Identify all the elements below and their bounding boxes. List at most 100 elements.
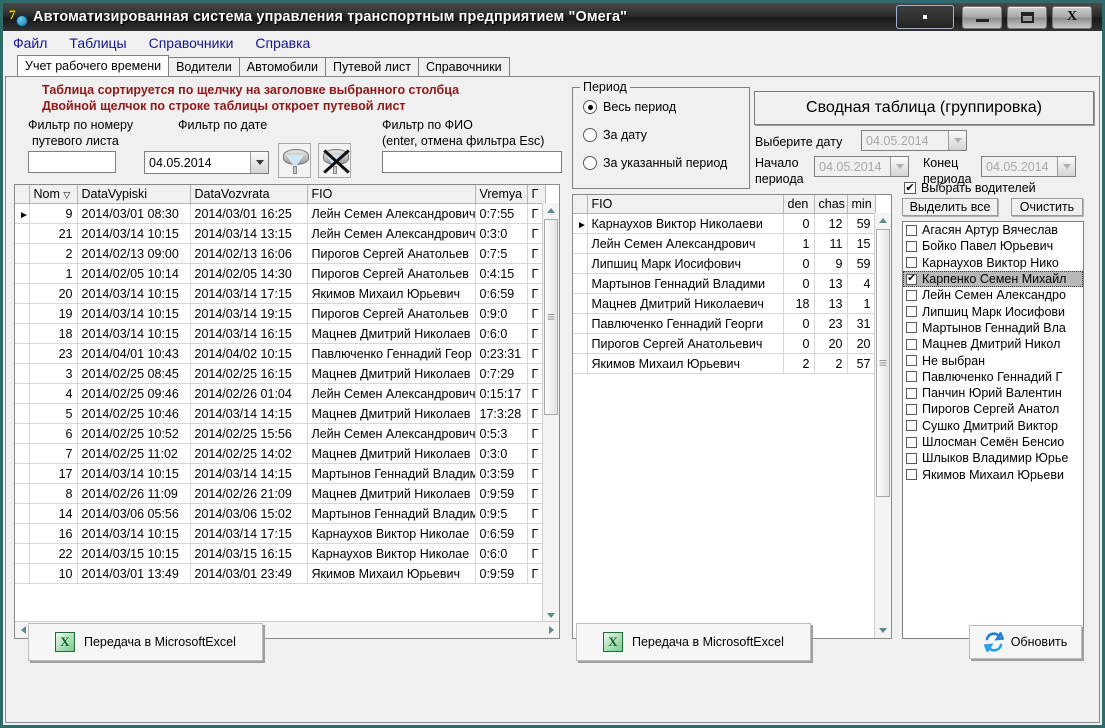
export-excel-right-button[interactable]: X Передача в MicrosoftExcel bbox=[576, 623, 811, 661]
tab-cars[interactable]: Автомобили bbox=[238, 57, 326, 76]
select-all-drivers-button[interactable]: Выделить все bbox=[902, 198, 998, 216]
clear-filter-button[interactable] bbox=[318, 143, 351, 178]
list-item[interactable]: Карпенко Семен Михайл bbox=[903, 270, 1083, 288]
list-item[interactable]: Бойко Павел Юрьевич bbox=[903, 238, 1083, 254]
summary-row[interactable]: Якимов Михаил Юрьевич 2 2 57 bbox=[573, 353, 876, 374]
col-header-g[interactable]: Г bbox=[527, 185, 546, 204]
table-row[interactable]: 14 2014/03/06 05:56 2014/03/06 15:02 Мартын… bbox=[15, 503, 546, 524]
filter-number-input[interactable] bbox=[28, 151, 116, 173]
summary-row[interactable]: Павлюченко Геннадий Георги 0 23 31 bbox=[573, 313, 876, 334]
menu-item-file[interactable]: Файл bbox=[13, 35, 47, 51]
table-row[interactable]: 10 2014/03/01 13:49 2014/03/01 23:49 Якимов… bbox=[15, 563, 546, 584]
table-row[interactable]: 23 2014/04/01 10:43 2014/04/02 10:15 Павлюч… bbox=[15, 343, 546, 364]
radio-by-date[interactable]: За дату bbox=[583, 128, 647, 142]
summary-vscrollbar[interactable]: ☰ bbox=[874, 213, 891, 638]
list-item[interactable]: Липшиц Марк Иосифови bbox=[903, 303, 1083, 319]
list-item[interactable]: Шлыков Владимир Юрье bbox=[903, 450, 1083, 466]
tab-waybill[interactable]: Путевой лист bbox=[325, 57, 419, 76]
list-item[interactable]: Пирогов Сергей Анатол bbox=[903, 401, 1083, 417]
menu-item-help[interactable]: Справка bbox=[255, 35, 310, 51]
drivers-checklist[interactable]: Агасян Артур Вячеслав Бойко Павел Юрьевич… bbox=[902, 221, 1084, 639]
summary-row[interactable]: Пирогов Сергей Анатольевич 0 20 20 bbox=[573, 333, 876, 354]
refresh-button[interactable]: Обновить bbox=[969, 625, 1082, 659]
list-item[interactable]: Карнаухов Виктор Нико bbox=[903, 255, 1083, 271]
chevron-down-icon[interactable] bbox=[948, 131, 966, 150]
summary-row[interactable]: ► Карнаухов Виктор Николаеви 0 12 59 bbox=[573, 213, 876, 234]
table-row[interactable]: 6 2014/02/25 10:52 2014/02/25 15:56 Лейн Се… bbox=[15, 423, 546, 444]
list-item[interactable]: Не выбран bbox=[903, 352, 1083, 368]
end-period-combo[interactable]: 04.05.2014 bbox=[981, 156, 1076, 177]
summary-vscroll-thumb[interactable]: ☰ bbox=[876, 229, 890, 497]
row-indicator bbox=[15, 563, 30, 584]
scroll-up-icon[interactable] bbox=[543, 203, 559, 218]
list-item[interactable]: Сушко Дмитрий Виктор bbox=[903, 418, 1083, 434]
table-row[interactable]: 18 2014/03/14 10:15 2014/03/14 16:15 Мацнев… bbox=[15, 323, 546, 344]
table-row[interactable]: 21 2014/03/14 10:15 2014/03/14 13:15 Лейн С… bbox=[15, 223, 546, 244]
tab-drivers[interactable]: Водители bbox=[168, 57, 240, 76]
list-item[interactable]: Агасян Артур Вячеслав bbox=[903, 222, 1083, 238]
tab-worktime[interactable]: Учет рабочего времени bbox=[17, 55, 170, 76]
list-item[interactable]: Шлосман Семён Бенсио bbox=[903, 434, 1083, 450]
titlebar-extra-button[interactable] bbox=[896, 5, 954, 29]
list-item[interactable]: Якимов Михаил Юрьеви bbox=[903, 466, 1083, 482]
scroll-down-icon[interactable] bbox=[875, 623, 891, 638]
scroll-up-icon[interactable] bbox=[875, 213, 891, 228]
list-item[interactable]: Мацнев Дмитрий Никол bbox=[903, 336, 1083, 352]
summary-row[interactable]: Мартынов Геннадий Владими 0 13 4 bbox=[573, 273, 876, 294]
list-item[interactable]: Павлюченко Геннадий Г bbox=[903, 369, 1083, 385]
summary-grid[interactable]: FIO den chas min ► Карнаухов Виктор Никол… bbox=[572, 194, 892, 639]
table-row[interactable]: 7 2014/02/25 11:02 2014/02/25 14:02 Мацнев … bbox=[15, 443, 546, 464]
table-row[interactable]: ► 9 2014/03/01 08:30 2014/03/01 16:25 Лейн С… bbox=[15, 203, 546, 224]
summary-col-fio[interactable]: FIO bbox=[587, 195, 784, 214]
menu-item-tables[interactable]: Таблицы bbox=[69, 35, 126, 51]
col-header-fio[interactable]: FIO bbox=[307, 185, 476, 204]
col-header-vremya[interactable]: Vremya bbox=[475, 185, 528, 204]
start-period-combo[interactable]: 04.05.2014 bbox=[814, 156, 909, 177]
col-header-datavypiski[interactable]: DataVypiski bbox=[77, 185, 191, 204]
minimize-button[interactable] bbox=[962, 5, 1002, 29]
maximize-button[interactable] bbox=[1007, 5, 1047, 29]
tab-directories[interactable]: Справочники bbox=[417, 57, 510, 76]
radio-specified-period[interactable]: За указанный период bbox=[583, 156, 727, 170]
table-row[interactable]: 17 2014/03/14 10:15 2014/03/14 14:15 Мартын… bbox=[15, 463, 546, 484]
summary-row[interactable]: Лейн Семен Александрович 1 11 15 bbox=[573, 233, 876, 254]
summary-row[interactable]: Липшиц Марк Иосифович 0 9 59 bbox=[573, 253, 876, 274]
grid-vscroll-thumb[interactable]: ☰ bbox=[544, 219, 558, 415]
radio-all-period[interactable]: Весь период bbox=[583, 100, 676, 114]
chevron-down-icon[interactable] bbox=[1057, 157, 1075, 176]
filter-date-combo[interactable]: 04.05.2014 bbox=[144, 151, 269, 174]
filter-fio-input[interactable] bbox=[382, 151, 562, 173]
list-item[interactable]: Лейн Семен Александро bbox=[903, 287, 1083, 303]
table-row[interactable]: 16 2014/03/14 10:15 2014/03/14 17:15 Карнау… bbox=[15, 523, 546, 544]
table-row[interactable]: 2 2014/02/13 09:00 2014/02/13 16:06 Пирогов… bbox=[15, 243, 546, 264]
list-item[interactable]: Панчин Юрий Валентин bbox=[903, 385, 1083, 401]
export-excel-left-button[interactable]: X Передача в MicrosoftExcel bbox=[28, 623, 263, 661]
summary-row[interactable]: Мацнев Дмитрий Николаевич 18 13 1 bbox=[573, 293, 876, 314]
list-item[interactable]: Мартынов Геннадий Вла bbox=[903, 320, 1083, 336]
summary-col-min[interactable]: min bbox=[847, 195, 876, 214]
table-row[interactable]: 19 2014/03/14 10:15 2014/03/14 19:15 Пирого… bbox=[15, 303, 546, 324]
apply-filter-button[interactable] bbox=[278, 143, 311, 178]
clear-drivers-button[interactable]: Очистить bbox=[1011, 198, 1083, 216]
table-row[interactable]: 1 2014/02/05 10:14 2014/02/05 14:30 Пирогов… bbox=[15, 263, 546, 284]
table-row[interactable]: 8 2014/02/26 11:09 2014/02/26 21:09 Мацнев … bbox=[15, 483, 546, 504]
table-row[interactable]: 3 2014/02/25 08:45 2014/02/25 16:15 Мацнев … bbox=[15, 363, 546, 384]
chevron-down-icon[interactable] bbox=[890, 157, 908, 176]
grid-vscrollbar[interactable]: ☰ bbox=[542, 203, 559, 623]
enable-drivers-checkbox[interactable]: Выбрать водителей bbox=[904, 181, 1036, 195]
menu-item-directories[interactable]: Справочники bbox=[149, 35, 234, 51]
table-row[interactable]: 22 2014/03/15 10:15 2014/03/15 16:15 Карнау… bbox=[15, 543, 546, 564]
pick-date-combo[interactable]: 04.05.2014 bbox=[861, 130, 967, 151]
chevron-down-icon[interactable] bbox=[250, 152, 268, 173]
summary-col-chas[interactable]: chas bbox=[814, 195, 848, 214]
table-row[interactable]: 5 2014/02/25 10:46 2014/03/14 14:15 Мацнев … bbox=[15, 403, 546, 424]
table-row[interactable]: 4 2014/02/25 09:46 2014/02/26 01:04 Лейн Се… bbox=[15, 383, 546, 404]
worktime-grid[interactable]: Nom ▽ DataVypiski DataVozvrata FIO Vremy… bbox=[14, 184, 560, 639]
col-header-datavozvrata[interactable]: DataVozvrata bbox=[190, 185, 308, 204]
close-button[interactable]: X bbox=[1052, 5, 1092, 29]
table-row[interactable]: 20 2014/03/14 10:15 2014/03/14 17:15 Якимов… bbox=[15, 283, 546, 304]
scroll-right-icon[interactable] bbox=[543, 622, 559, 638]
summary-title-button[interactable]: Сводная таблица (группировка) bbox=[754, 91, 1094, 125]
col-header-nom[interactable]: Nom ▽ bbox=[29, 185, 78, 204]
summary-col-den[interactable]: den bbox=[783, 195, 815, 214]
